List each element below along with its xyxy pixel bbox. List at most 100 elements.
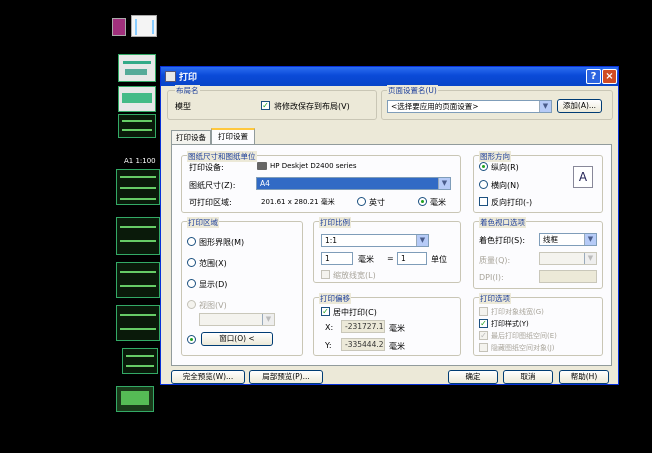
- layout-group-label: 布局名: [175, 85, 200, 96]
- extents-radio[interactable]: [187, 258, 196, 267]
- paperspace-last-checkbox[interactable]: ✓: [479, 331, 488, 340]
- center-plot-checkbox[interactable]: ✓: [321, 307, 330, 316]
- chevron-down-icon: ▼: [438, 178, 450, 189]
- plot-offset-group-label: 打印偏移: [319, 293, 351, 304]
- add-page-setup-button[interactable]: 添加(A)...: [557, 99, 602, 113]
- window-radio[interactable]: [187, 335, 196, 344]
- layout-name-value: 模型: [175, 102, 191, 111]
- unit-mm-label: 毫米: [430, 198, 446, 207]
- offset-x-input[interactable]: -231727.13: [341, 320, 385, 333]
- shade-plot-select[interactable]: 线框 ▼: [539, 233, 597, 246]
- display-label: 显示(D): [199, 280, 228, 289]
- tab-print-device[interactable]: 打印设备: [171, 130, 211, 144]
- scale-unit2-label: 单位: [431, 255, 447, 264]
- dpi-input[interactable]: [539, 270, 597, 283]
- plot-styles-checkbox[interactable]: ✓: [479, 319, 488, 328]
- drawing-thumbnail: [118, 86, 156, 112]
- chevron-down-icon: ▼: [416, 235, 428, 246]
- dpi-label: DPI(I):: [479, 273, 504, 282]
- drawing-thumbnail: [118, 114, 156, 138]
- partial-preview-button[interactable]: 局部预览(P)...: [249, 370, 323, 384]
- plot-styles-label: 打印样式(Y): [491, 320, 529, 328]
- unit-inches-label: 英寸: [369, 198, 385, 207]
- extents-label: 范围(X): [199, 259, 227, 268]
- drawing-thumbnail: [122, 348, 158, 374]
- unit-mm-radio[interactable]: [418, 197, 427, 206]
- drawing-thumbnail: [116, 262, 160, 298]
- landscape-label: 横向(N): [491, 181, 520, 190]
- hide-paperspace-checkbox[interactable]: [479, 343, 488, 352]
- paper-group-label: 图纸尺寸和图纸单位: [187, 151, 257, 162]
- printable-area-label: 可打印区域:: [189, 198, 232, 207]
- paper-size-select[interactable]: A4 ▼: [256, 177, 451, 190]
- reverse-print-label: 反向打印(-): [491, 198, 533, 207]
- title-bar[interactable]: 打印 ? ×: [161, 67, 618, 86]
- drawing-thumbnail: [116, 386, 154, 412]
- orientation-group-label: 图形方向: [479, 151, 511, 162]
- scale-select[interactable]: 1:1 ▼: [321, 234, 429, 247]
- full-preview-button[interactable]: 完全预览(W)...: [171, 370, 245, 384]
- portrait-radio[interactable]: [479, 162, 488, 171]
- plot-offset-group: [313, 297, 461, 356]
- scale-lineweights-label: 缩放线宽(L): [333, 271, 376, 280]
- offset-y-label: Y:: [325, 341, 332, 350]
- printer-icon: [257, 162, 267, 170]
- chevron-down-icon: ▼: [539, 101, 551, 112]
- plot-lineweights-label: 打印对象线宽(G): [491, 308, 544, 316]
- help-title-button[interactable]: ?: [586, 69, 601, 84]
- dialog-title: 打印: [179, 73, 198, 83]
- window-button[interactable]: 窗口(O) <: [201, 332, 273, 346]
- chevron-down-icon: ▼: [584, 253, 596, 264]
- device-value: HP Deskjet D2400 series: [270, 162, 357, 170]
- drawing-thumbnail: [131, 15, 157, 37]
- offset-y-unit: 毫米: [389, 342, 405, 351]
- plot-scale-group-label: 打印比例: [319, 217, 351, 228]
- page-setup-select[interactable]: <选择要应用的页面设置> ▼: [387, 100, 552, 113]
- page-setup-selected: <选择要应用的页面设置>: [391, 102, 479, 111]
- scale-lineweights-checkbox[interactable]: [321, 270, 330, 279]
- sheet-label: A1 1:100: [124, 157, 156, 165]
- drawing-thumbnail: [112, 18, 126, 36]
- help-button[interactable]: 帮助(H): [559, 370, 609, 384]
- paperspace-last-label: 最后打印图纸空间(E): [491, 332, 557, 340]
- quality-select[interactable]: ▼: [539, 252, 597, 265]
- display-radio[interactable]: [187, 279, 196, 288]
- ok-button[interactable]: 确定: [448, 370, 498, 384]
- device-label: 打印设备:: [189, 163, 224, 172]
- plot-options-group-label: 打印选项: [479, 293, 511, 304]
- print-icon: [165, 71, 176, 82]
- scale-unit1-label: 毫米: [358, 255, 374, 264]
- print-dialog: 打印 ? × 布局名 模型 ✓ 将修改保存到布局(V) 页面设置名(U) <选择…: [160, 66, 619, 385]
- quality-label: 质量(Q):: [479, 256, 511, 265]
- reverse-print-checkbox[interactable]: [479, 197, 488, 206]
- save-to-layout-label: 将修改保存到布局(V): [274, 102, 350, 111]
- view-radio[interactable]: [187, 300, 196, 309]
- limits-label: 图形界限(M): [199, 238, 245, 247]
- close-button[interactable]: ×: [602, 69, 617, 84]
- view-select[interactable]: ▼: [199, 313, 275, 326]
- scale-value1-input[interactable]: 1: [321, 252, 353, 265]
- limits-radio[interactable]: [187, 237, 196, 246]
- view-label: 视图(V): [199, 301, 227, 310]
- chevron-down-icon: ▼: [262, 314, 274, 325]
- offset-y-input[interactable]: -335444.25: [341, 338, 385, 351]
- cancel-button[interactable]: 取消: [503, 370, 553, 384]
- chevron-down-icon: ▼: [584, 234, 596, 245]
- scale-selected: 1:1: [325, 236, 338, 245]
- drawing-thumbnail: [116, 169, 160, 205]
- tab-print-settings[interactable]: 打印设置: [211, 128, 255, 144]
- unit-inches-radio[interactable]: [357, 197, 366, 206]
- plot-lineweights-checkbox[interactable]: [479, 307, 488, 316]
- print-area-group-label: 打印区域: [187, 217, 219, 228]
- landscape-radio[interactable]: [479, 180, 488, 189]
- portrait-label: 纵向(R): [491, 163, 519, 172]
- shade-group-label: 着色视口选项: [479, 217, 526, 228]
- offset-x-unit: 毫米: [389, 324, 405, 333]
- drawing-thumbnail: [118, 54, 156, 82]
- shade-plot-selected: 线框: [543, 235, 558, 244]
- drawing-thumbnail: [116, 217, 160, 255]
- offset-x-label: X:: [325, 323, 334, 332]
- save-to-layout-checkbox[interactable]: ✓: [261, 101, 270, 110]
- shade-plot-label: 着色打印(S):: [479, 236, 526, 245]
- scale-value2-input[interactable]: 1: [397, 252, 427, 265]
